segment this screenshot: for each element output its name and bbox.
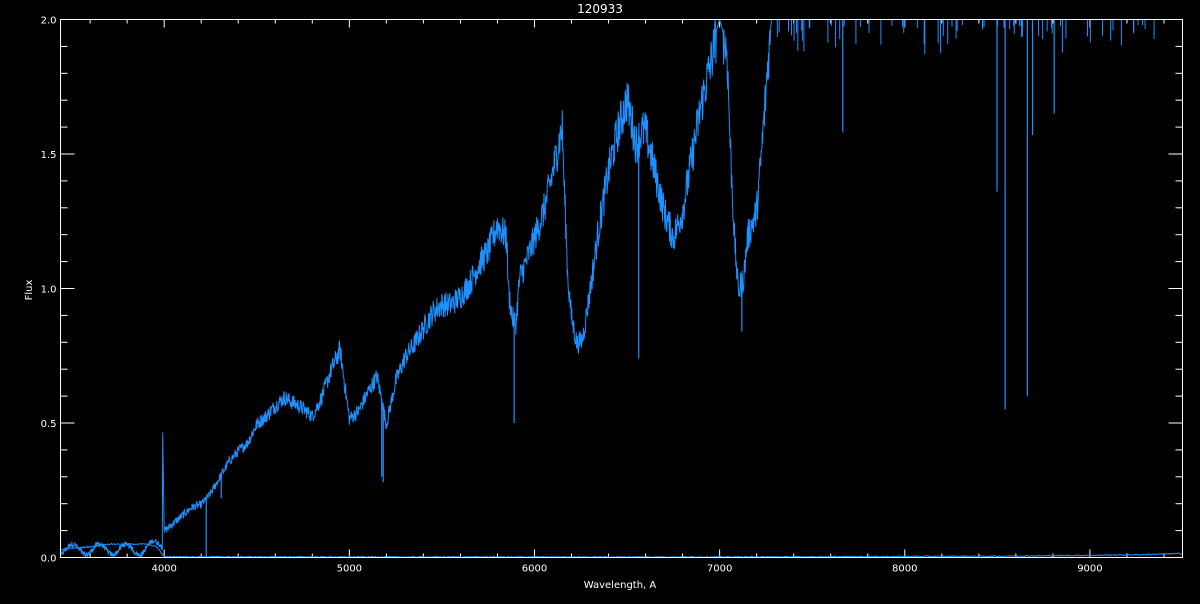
x-tick-label: 4000 (151, 564, 176, 575)
chart-svg: 120933 Wavelength, A Flux 4000 5000 6000 70… (0, 0, 1200, 600)
y-tick-label: 0.0 (41, 554, 57, 565)
chart-background (0, 0, 1200, 600)
y-tick-label: 0.5 (41, 419, 57, 430)
spectrum-chart: 120933 Wavelength, A Flux 4000 5000 6000 70… (0, 0, 1200, 600)
chart-title: 120933 (577, 2, 623, 16)
y-tick-label: 1.5 (41, 150, 57, 161)
x-tick-label: 6000 (522, 564, 547, 575)
x-tick-label: 8000 (892, 564, 917, 575)
x-tick-label: 7000 (707, 564, 732, 575)
y-tick-label: 2.0 (41, 16, 57, 27)
y-tick-label: 1.0 (41, 285, 57, 296)
x-axis-label: Wavelength, A (584, 580, 657, 591)
x-tick-label: 5000 (337, 564, 362, 575)
y-axis-label: Flux (24, 280, 35, 301)
x-tick-label: 9000 (1077, 564, 1102, 575)
